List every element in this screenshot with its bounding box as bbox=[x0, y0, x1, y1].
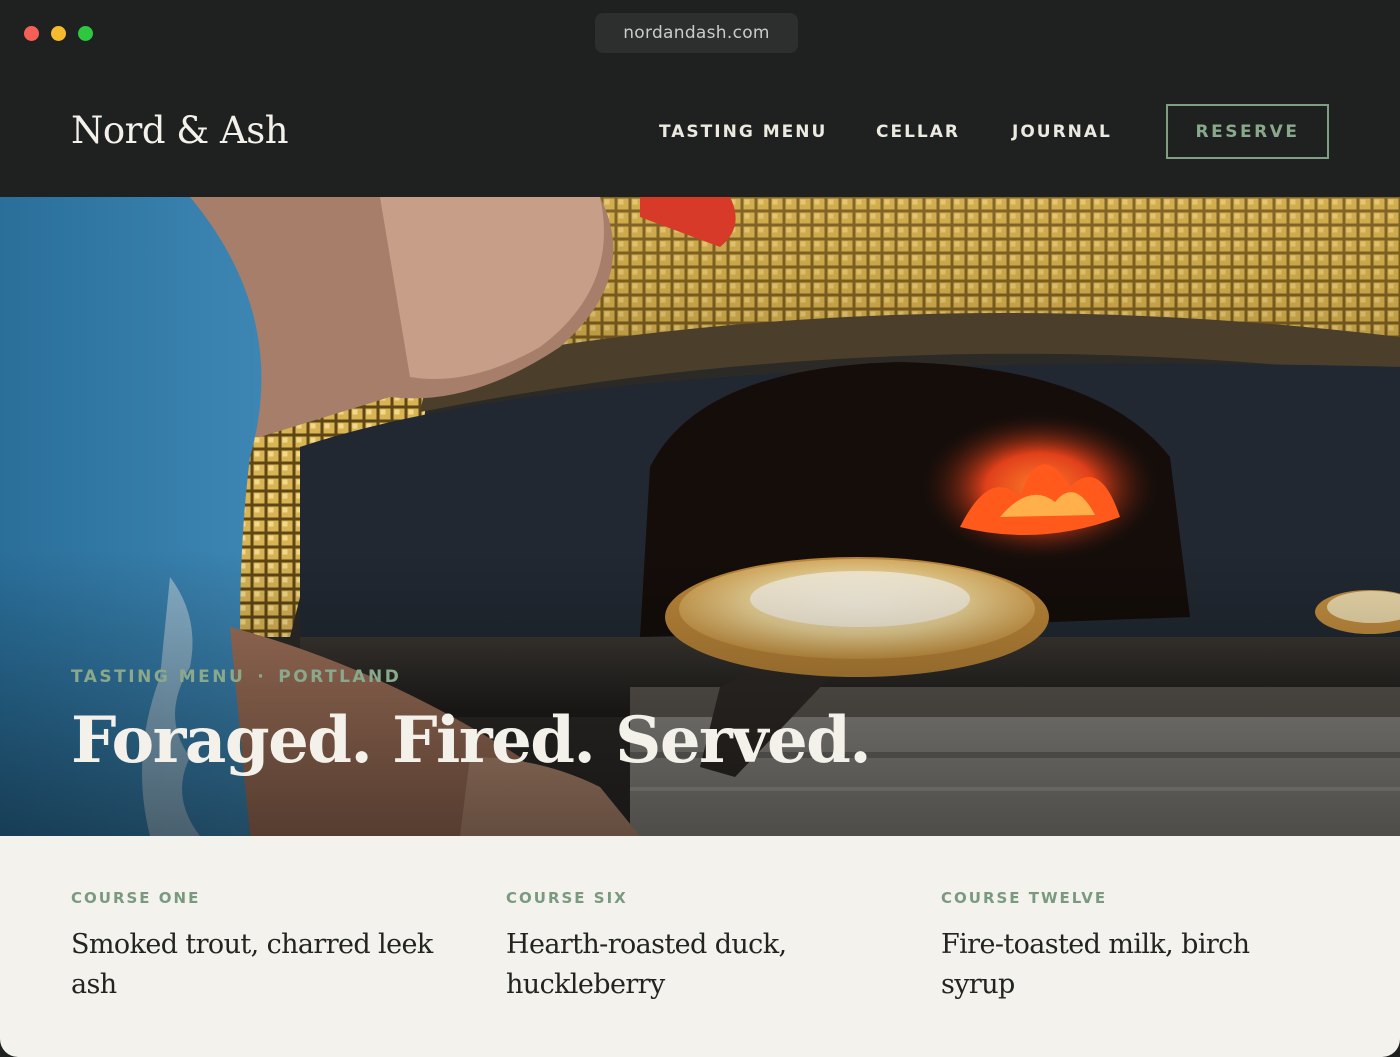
minimize-window-button[interactable] bbox=[51, 26, 66, 41]
browser-titlebar: nordandash.com bbox=[0, 0, 1400, 66]
eyebrow-separator: · bbox=[257, 667, 267, 687]
eyebrow-location: PORTLAND bbox=[278, 667, 402, 687]
address-bar[interactable]: nordandash.com bbox=[595, 13, 798, 53]
course-card: COURSE ONE Smoked trout, charred leek as… bbox=[71, 889, 461, 1005]
nav-cellar[interactable]: CELLAR bbox=[876, 122, 960, 142]
close-window-button[interactable] bbox=[24, 26, 39, 41]
course-dish: Hearth-roasted duck, huckleberry bbox=[506, 929, 787, 1000]
browser-window: nordandash.com Nord & Ash TASTING MENU C… bbox=[0, 0, 1400, 1057]
course-dish: Fire-toasted milk, birch syrup bbox=[941, 929, 1250, 1000]
maximize-window-button[interactable] bbox=[78, 26, 93, 41]
site-header: Nord & Ash TASTING MENU CELLAR JOURNAL R… bbox=[0, 66, 1400, 197]
hero-section: TASTING MENU · PORTLAND Foraged. Fired. Se… bbox=[0, 197, 1400, 836]
course-label: COURSE SIX bbox=[506, 889, 628, 907]
course-label: COURSE ONE bbox=[71, 889, 201, 907]
site-logo[interactable]: Nord & Ash bbox=[71, 109, 289, 152]
nav-tasting-menu[interactable]: TASTING MENU bbox=[659, 122, 827, 142]
course-list: COURSE ONE Smoked trout, charred leek as… bbox=[0, 836, 1400, 1057]
hero-headline: Foraged. Fired. Served. bbox=[71, 703, 872, 778]
course-card: COURSE TWELVE Fire-toasted milk, birch s… bbox=[941, 889, 1331, 1005]
course-dish: Smoked trout, charred leek ash bbox=[71, 929, 433, 1000]
hero-eyebrow: TASTING MENU · PORTLAND bbox=[71, 667, 401, 687]
eyebrow-category: TASTING MENU bbox=[71, 667, 246, 687]
course-label: COURSE TWELVE bbox=[941, 889, 1108, 907]
course-card: COURSE SIX Hearth-roasted duck, hucklebe… bbox=[506, 889, 896, 1005]
nav-journal[interactable]: JOURNAL bbox=[1012, 122, 1112, 142]
reserve-button[interactable]: RESERVE bbox=[1166, 104, 1329, 159]
